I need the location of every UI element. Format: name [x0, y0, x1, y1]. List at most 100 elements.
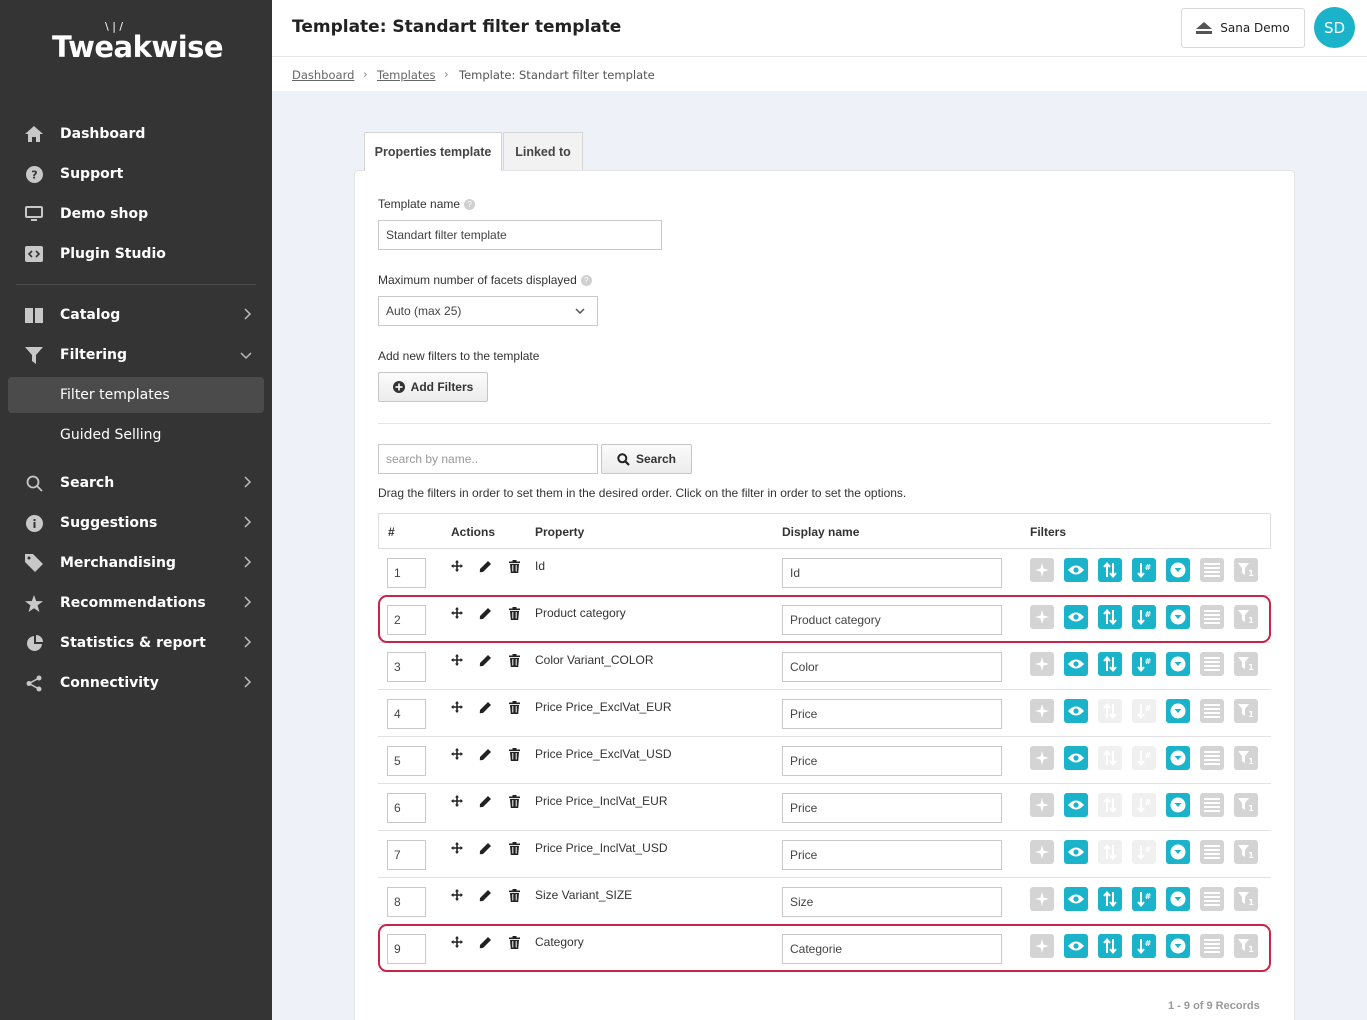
filter-count-icon[interactable]: 1 [1234, 605, 1258, 629]
logo[interactable]: Tweakwise \ | / [52, 20, 224, 64]
table-row[interactable]: 5 Price Price_ExclVat_USD Price #1 [378, 737, 1271, 784]
move-icon[interactable] [450, 841, 464, 855]
move-icon[interactable] [450, 606, 464, 620]
sort-numeric-icon[interactable]: # [1132, 558, 1156, 582]
delete-icon[interactable] [507, 935, 521, 949]
add-filters-button[interactable]: Add Filters [378, 372, 488, 402]
sort-arrows-icon[interactable] [1098, 840, 1122, 864]
sort-numeric-icon[interactable]: # [1132, 699, 1156, 723]
position-input[interactable]: 7 [387, 840, 426, 870]
sidebar-item-dashboard[interactable]: Dashboard [0, 116, 272, 152]
position-input[interactable]: 4 [387, 699, 426, 729]
sort-arrows-icon[interactable] [1098, 558, 1122, 582]
help-icon[interactable]: ? [580, 275, 592, 287]
sparkle-icon[interactable] [1030, 887, 1054, 911]
shop-switcher-button[interactable]: Sana Demo [1181, 8, 1305, 48]
max-facets-select[interactable]: Auto (max 25) [378, 296, 598, 326]
sidebar-subitem-filter-templates[interactable]: Filter templates [8, 377, 264, 413]
list-icon[interactable] [1200, 746, 1224, 770]
display-name-input[interactable]: Price [782, 699, 1002, 729]
sidebar-item-catalog[interactable]: Catalog [0, 297, 272, 333]
sparkle-icon[interactable] [1030, 558, 1054, 582]
move-icon[interactable] [450, 700, 464, 714]
sidebar-item-demo-shop[interactable]: Demo shop [0, 196, 272, 232]
eye-icon[interactable] [1064, 887, 1088, 911]
sort-arrows-icon[interactable] [1098, 746, 1122, 770]
eye-icon[interactable] [1064, 558, 1088, 582]
list-icon[interactable] [1200, 699, 1224, 723]
sparkle-icon[interactable] [1030, 793, 1054, 817]
sort-arrows-icon[interactable] [1098, 699, 1122, 723]
tab-properties-template[interactable]: Properties template [364, 132, 502, 171]
delete-icon[interactable] [507, 841, 521, 855]
display-name-input[interactable]: Product category [782, 605, 1002, 635]
display-name-input[interactable]: Size [782, 887, 1002, 917]
table-row[interactable]: 1 Id Id #1 [378, 549, 1271, 596]
list-icon[interactable] [1200, 934, 1224, 958]
table-row[interactable]: 3 Color Variant_COLOR Color #1 [378, 643, 1271, 690]
sidebar-item-filtering[interactable]: Filtering [0, 337, 272, 373]
avatar[interactable]: SD [1314, 7, 1355, 48]
delete-icon[interactable] [507, 559, 521, 573]
filter-count-icon[interactable]: 1 [1234, 887, 1258, 911]
edit-icon[interactable] [478, 935, 492, 949]
sparkle-icon[interactable] [1030, 699, 1054, 723]
list-icon[interactable] [1200, 652, 1224, 676]
table-row[interactable]: 9 Category Categorie #1 [378, 925, 1271, 972]
eye-icon[interactable] [1064, 793, 1088, 817]
filter-count-icon[interactable]: 1 [1234, 840, 1258, 864]
eye-icon[interactable] [1064, 605, 1088, 629]
sort-numeric-icon[interactable]: # [1132, 840, 1156, 864]
sort-numeric-icon[interactable]: # [1132, 605, 1156, 629]
list-icon[interactable] [1200, 558, 1224, 582]
edit-icon[interactable] [478, 888, 492, 902]
chevron-circle-icon[interactable] [1166, 793, 1190, 817]
position-input[interactable]: 1 [387, 558, 426, 588]
sidebar-item-connectivity[interactable]: Connectivity [0, 665, 272, 701]
list-icon[interactable] [1200, 887, 1224, 911]
eye-icon[interactable] [1064, 699, 1088, 723]
edit-icon[interactable] [478, 559, 492, 573]
sidebar-item-suggestions[interactable]: Suggestions [0, 505, 272, 541]
edit-icon[interactable] [478, 841, 492, 855]
help-icon[interactable]: ? [464, 199, 476, 211]
table-row[interactable]: 8 Size Variant_SIZE Size #1 [378, 878, 1271, 925]
position-input[interactable]: 5 [387, 746, 426, 776]
eye-icon[interactable] [1064, 840, 1088, 864]
list-icon[interactable] [1200, 605, 1224, 629]
display-name-input[interactable]: Categorie [782, 934, 1002, 964]
filter-count-icon[interactable]: 1 [1234, 558, 1258, 582]
delete-icon[interactable] [507, 747, 521, 761]
table-row[interactable]: 7 Price Price_InclVat_USD Price #1 [378, 831, 1271, 878]
edit-icon[interactable] [478, 794, 492, 808]
sparkle-icon[interactable] [1030, 934, 1054, 958]
sort-numeric-icon[interactable]: # [1132, 652, 1156, 676]
sidebar-item-search[interactable]: Search [0, 465, 272, 501]
list-icon[interactable] [1200, 793, 1224, 817]
sparkle-icon[interactable] [1030, 840, 1054, 864]
filter-count-icon[interactable]: 1 [1234, 746, 1258, 770]
table-row[interactable]: 6 Price Price_InclVat_EUR Price #1 [378, 784, 1271, 831]
move-icon[interactable] [450, 559, 464, 573]
sort-arrows-icon[interactable] [1098, 934, 1122, 958]
position-input[interactable]: 6 [387, 793, 426, 823]
chevron-circle-icon[interactable] [1166, 887, 1190, 911]
chevron-circle-icon[interactable] [1166, 934, 1190, 958]
display-name-input[interactable]: Price [782, 793, 1002, 823]
move-icon[interactable] [450, 888, 464, 902]
display-name-input[interactable]: Price [782, 746, 1002, 776]
chevron-circle-icon[interactable] [1166, 652, 1190, 676]
position-input[interactable]: 9 [387, 934, 426, 964]
sort-arrows-icon[interactable] [1098, 793, 1122, 817]
sidebar-item-recommendations[interactable]: Recommendations [0, 585, 272, 621]
delete-icon[interactable] [507, 700, 521, 714]
position-input[interactable]: 8 [387, 887, 426, 917]
filter-count-icon[interactable]: 1 [1234, 934, 1258, 958]
sort-arrows-icon[interactable] [1098, 605, 1122, 629]
filter-count-icon[interactable]: 1 [1234, 793, 1258, 817]
move-icon[interactable] [450, 747, 464, 761]
delete-icon[interactable] [507, 794, 521, 808]
tab-linked-to[interactable]: Linked to [503, 132, 583, 170]
table-row[interactable]: 2 Product category Product category #1 [378, 596, 1271, 643]
delete-icon[interactable] [507, 888, 521, 902]
